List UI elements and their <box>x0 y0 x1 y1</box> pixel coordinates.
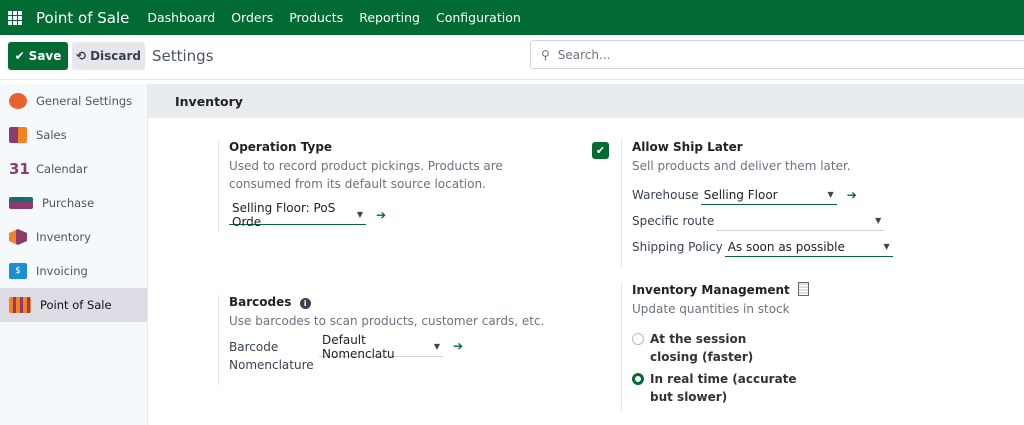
top-navbar: Point of Sale Dashboard Orders Products … <box>0 0 1024 35</box>
search-icon: ⚲ <box>541 47 550 62</box>
specific-route-select[interactable]: ▼ <box>716 211 885 231</box>
radio-button[interactable] <box>632 373 644 385</box>
discard-label: Discard <box>90 49 141 63</box>
caret-down-icon: ▼ <box>875 216 882 225</box>
general-settings-icon <box>9 93 27 109</box>
setting-title: Allow Ship Later <box>632 140 743 154</box>
menu-configuration[interactable]: Configuration <box>436 10 521 25</box>
sidebar-item-label: Purchase <box>42 196 95 210</box>
info-icon[interactable]: i <box>299 298 311 309</box>
search-input[interactable]: ⚲ Search... <box>530 40 1024 69</box>
sidebar-item-general-settings[interactable]: General Settings <box>0 84 147 118</box>
sidebar-item-label: Invoicing <box>36 264 88 278</box>
inventory-management-setting: Inventory Management Update quantities i… <box>621 282 901 412</box>
internal-link-arrow-icon[interactable]: ➔ <box>453 339 463 353</box>
radio-label: In real time (accurate but slower) <box>650 372 797 404</box>
caret-down-icon: ▼ <box>883 242 890 251</box>
setting-description: Used to record product pickings. Product… <box>229 159 503 191</box>
shipping-policy-select[interactable]: As soon as possible ▼ <box>724 237 893 257</box>
control-panel: ✔ Save ⟲ Discard Settings ⚲ Search... <box>0 35 1024 80</box>
caret-down-icon: ▼ <box>827 190 834 199</box>
pos-icon <box>9 297 31 313</box>
sidebar-item-label: Sales <box>36 128 67 142</box>
sales-icon <box>9 127 27 143</box>
search-placeholder: Search... <box>557 47 611 62</box>
inventory-icon <box>9 229 27 245</box>
operation-type-select[interactable]: Selling Floor: PoS Orde ▼ <box>229 201 366 229</box>
discard-button[interactable]: ⟲ Discard <box>72 42 145 70</box>
barcodes-title: Barcodes <box>229 295 292 309</box>
radio-session-closing[interactable]: At the session closing (faster) <box>632 330 901 366</box>
app-menu-icon[interactable] <box>8 10 22 25</box>
radio-button[interactable] <box>632 333 644 345</box>
setting-description: Use barcodes to scan products, customer … <box>229 314 545 328</box>
sidebar-item-purchase[interactable]: Purchase <box>0 186 147 220</box>
save-label: Save <box>28 49 62 63</box>
calendar-icon: 31 <box>9 160 30 178</box>
setting-description: Sell products and deliver them later. <box>632 159 851 173</box>
menu-reporting[interactable]: Reporting <box>359 10 420 25</box>
company-building-icon <box>797 282 809 296</box>
select-value: Default Nomenclatu <box>322 332 395 361</box>
sidebar-item-calendar[interactable]: 31 Calendar <box>0 152 147 186</box>
warehouse-select[interactable]: Selling Floor ▼ <box>700 185 837 205</box>
select-value: Selling Floor <box>703 187 778 202</box>
sidebar-item-point-of-sale[interactable]: Point of Sale <box>0 288 147 322</box>
page-title: Settings <box>152 47 214 65</box>
purchase-icon <box>9 197 33 209</box>
caret-down-icon: ▼ <box>356 210 363 219</box>
save-button[interactable]: ✔ Save <box>8 42 68 70</box>
warehouse-label: Warehouse <box>632 188 699 202</box>
internal-link-arrow-icon[interactable]: ➔ <box>376 208 386 222</box>
undo-icon: ⟲ <box>76 49 87 63</box>
internal-link-arrow-icon[interactable]: ➔ <box>847 188 857 202</box>
allow-ship-later-setting: Allow Ship Later Sell products and deliv… <box>621 138 901 268</box>
invoicing-icon: $ <box>9 263 27 279</box>
barcode-nomenclature-label: Barcode Nomenclature <box>229 340 314 372</box>
shipping-policy-label: Shipping Policy <box>632 240 723 254</box>
settings-sidebar: General Settings Sales 31 Calendar Purcha… <box>0 84 148 425</box>
brand[interactable]: Point of Sale <box>36 9 129 27</box>
setting-title: Inventory Management <box>632 282 901 297</box>
barcodes-setting: Barcodes i Use barcodes to scan products… <box>218 295 568 385</box>
barcode-nomenclature-select[interactable]: Default Nomenclatu ▼ <box>319 333 443 361</box>
section-header: Inventory <box>148 84 1024 118</box>
sidebar-item-label: Point of Sale <box>40 298 112 312</box>
operation-type-setting: Operation Type Used to record product pi… <box>218 140 568 232</box>
specific-route-label: Specific route <box>632 214 715 228</box>
setting-title: Operation Type <box>229 140 333 154</box>
radio-real-time[interactable]: In real time (accurate but slower) <box>632 370 901 406</box>
sidebar-item-sales[interactable]: Sales <box>0 118 147 152</box>
caret-down-icon: ▼ <box>433 342 440 351</box>
sidebar-item-label: General Settings <box>36 94 133 108</box>
menu-orders[interactable]: Orders <box>231 10 273 25</box>
allow-ship-later-checkbox[interactable]: ✔ <box>592 142 609 159</box>
menu-dashboard[interactable]: Dashboard <box>147 10 215 25</box>
check-icon: ✔ <box>14 49 25 63</box>
sidebar-item-invoicing[interactable]: $ Invoicing <box>0 254 147 288</box>
select-value: As soon as possible <box>727 239 845 254</box>
sidebar-item-inventory[interactable]: Inventory <box>0 220 147 254</box>
setting-description: Update quantities in stock <box>632 302 790 316</box>
sidebar-item-label: Calendar <box>36 162 88 176</box>
menu-products[interactable]: Products <box>289 10 343 25</box>
radio-label: At the session closing (faster) <box>650 332 754 364</box>
inventory-management-title: Inventory Management <box>632 283 790 297</box>
sidebar-item-label: Inventory <box>36 230 91 244</box>
setting-title: Barcodes i <box>229 295 568 309</box>
select-value: Selling Floor: PoS Orde <box>232 200 336 229</box>
